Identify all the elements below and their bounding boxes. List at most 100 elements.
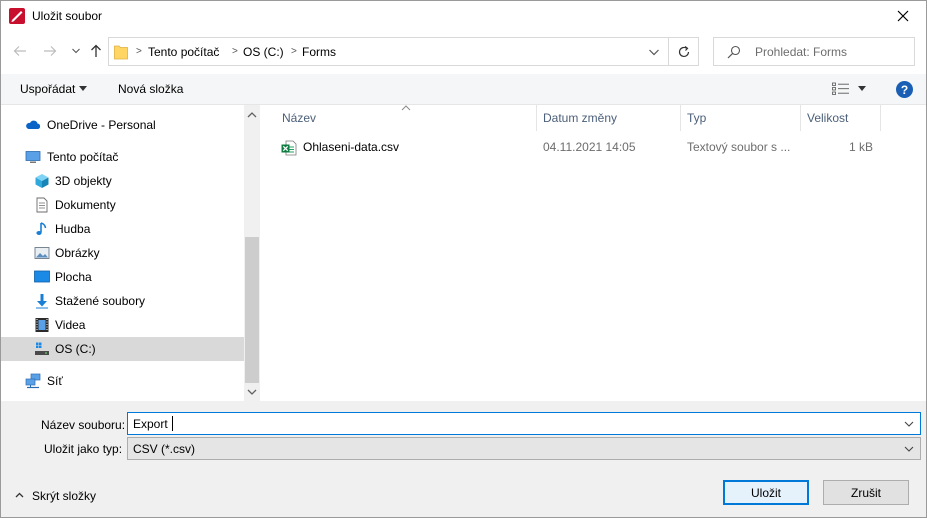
chevron-down-icon[interactable] <box>904 421 914 427</box>
scrollbar-thumb[interactable] <box>245 237 259 383</box>
save-button[interactable]: Uložit <box>723 480 809 505</box>
sidebar-item-videos[interactable]: Videa <box>1 313 244 337</box>
file-size: 1 kB <box>848 140 873 154</box>
document-icon <box>36 197 48 213</box>
text-cursor <box>172 416 173 431</box>
sidebar-item-this-pc[interactable]: Tento počítač <box>1 145 244 169</box>
sidebar-item-desktop[interactable]: Plocha <box>1 265 244 289</box>
column-header-size[interactable]: Velikost <box>801 105 880 131</box>
new-folder-button[interactable]: Nová složka <box>118 82 183 96</box>
close-icon <box>897 10 909 22</box>
breadcrumb-separator: > <box>291 46 297 57</box>
back-button[interactable] <box>11 42 29 60</box>
filename-value: Export <box>133 417 168 431</box>
close-button[interactable] <box>880 1 926 31</box>
search-input[interactable]: Prohledat: Forms <box>755 45 847 59</box>
sidebar-item-label: Obrázky <box>55 246 100 260</box>
column-header-label: Typ <box>687 111 707 125</box>
video-icon <box>35 318 49 332</box>
sidebar-item-label: Tento počítač <box>47 150 119 164</box>
save-file-dialog: Uložit soubor > Tento počítač > OS (C:) … <box>0 0 927 518</box>
cloud-icon <box>26 120 41 129</box>
chevron-up-icon <box>15 492 24 498</box>
navigation-pane-scrollbar[interactable] <box>244 105 260 401</box>
sidebar-item-music[interactable]: Hudba <box>1 217 244 241</box>
search-box[interactable]: Prohledat: Forms <box>713 37 915 66</box>
cancel-button[interactable]: Zrušit <box>823 480 909 505</box>
cancel-button-label: Zrušit <box>851 485 881 500</box>
file-date: 04.11.2021 14:05 <box>543 140 636 154</box>
folder-icon <box>114 45 128 60</box>
sidebar-item-label: Síť <box>47 374 63 388</box>
hide-folders-label: Skrýt složky <box>32 489 97 503</box>
music-icon <box>36 222 47 235</box>
sidebar-item-label: Dokumenty <box>55 198 116 212</box>
forward-button[interactable] <box>41 42 59 60</box>
filename-input[interactable]: Export <box>127 412 921 435</box>
network-icon <box>25 373 41 389</box>
sidebar-item-network[interactable]: Síť <box>1 369 244 393</box>
excel-csv-icon <box>281 140 297 156</box>
help-button[interactable]: ? <box>896 81 913 98</box>
column-header-label: Velikost <box>807 111 849 125</box>
refresh-icon <box>678 45 689 57</box>
title-bar: Uložit soubor <box>1 1 926 31</box>
sidebar-item-onedrive[interactable]: OneDrive - Personal <box>1 113 244 137</box>
file-type: Textový soubor s ... <box>687 140 791 154</box>
filetype-select[interactable]: CSV (*.csv) <box>127 437 921 460</box>
sidebar-item-downloads[interactable]: Stažené soubory <box>1 289 244 313</box>
sidebar-item-label: Hudba <box>55 222 91 236</box>
search-icon <box>727 45 741 59</box>
sidebar-item-documents[interactable]: Dokumenty <box>1 193 244 217</box>
save-form: Název souboru: Export Uložit jako typ: C… <box>1 401 926 517</box>
scroll-up-icon[interactable] <box>247 111 257 118</box>
picture-icon <box>34 247 50 259</box>
refresh-button[interactable] <box>669 37 699 66</box>
save-button-label: Uložit <box>750 485 781 500</box>
sidebar-item-label: Stažené soubory <box>55 294 146 308</box>
download-icon <box>36 294 48 309</box>
organize-button[interactable]: Uspořádat <box>20 82 75 96</box>
window-title: Uložit soubor <box>32 9 103 23</box>
drive-icon <box>35 342 49 355</box>
breadcrumb-this-pc[interactable]: Tento počítač <box>148 45 219 59</box>
sidebar-item-label: OneDrive - Personal <box>47 118 156 132</box>
sidebar-item-label: Videa <box>55 318 86 332</box>
column-header-label: Datum změny <box>543 111 618 125</box>
chevron-down-icon <box>72 48 80 54</box>
cube-icon <box>35 174 49 188</box>
file-name: Ohlaseni-data.csv <box>303 140 400 154</box>
up-button[interactable] <box>87 42 105 60</box>
scroll-down-icon[interactable] <box>247 389 257 396</box>
filename-label: Název souboru: <box>41 418 126 432</box>
column-header-date[interactable]: Datum změny <box>537 105 680 131</box>
file-list: Název Datum změny Typ Velikost Ohlaseni-… <box>261 105 926 401</box>
view-details-icon[interactable] <box>832 82 850 96</box>
recent-locations-button[interactable] <box>67 42 85 60</box>
sidebar-item-os-drive[interactable]: OS (C:) <box>1 337 244 361</box>
sidebar-item-3d-objects[interactable]: 3D objekty <box>1 169 244 193</box>
sidebar-item-label: 3D objekty <box>55 174 112 188</box>
navigation-pane: OneDrive - Personal Tento počítač 3D obj… <box>1 105 260 401</box>
help-icon: ? <box>900 82 909 97</box>
filetype-label: Uložit jako typ: <box>44 442 123 456</box>
breadcrumb-separator: > <box>136 46 142 57</box>
caret-down-icon[interactable] <box>79 86 87 92</box>
sidebar-item-pictures[interactable]: Obrázky <box>1 241 244 265</box>
chevron-down-icon[interactable] <box>904 446 914 452</box>
caret-down-icon[interactable] <box>858 86 866 92</box>
filetype-value: CSV (*.csv) <box>133 442 196 456</box>
column-divider[interactable] <box>880 105 881 131</box>
table-row[interactable]: Ohlaseni-data.csv 04.11.2021 14:05 Texto… <box>281 138 891 158</box>
app-icon <box>9 8 25 24</box>
column-header-name[interactable]: Název <box>261 105 536 131</box>
column-header-type[interactable]: Typ <box>681 105 800 131</box>
breadcrumb-os-drive[interactable]: OS (C:) <box>243 45 284 59</box>
column-header-label: Název <box>282 111 317 125</box>
breadcrumb-separator: > <box>232 46 238 57</box>
breadcrumb-forms[interactable]: Forms <box>302 45 336 59</box>
command-bar: Uspořádat Nová složka ? <box>1 74 926 105</box>
chevron-down-icon[interactable] <box>648 47 660 57</box>
address-bar[interactable]: > Tento počítač > OS (C:) > Forms <box>108 37 669 66</box>
arrow-right-icon <box>44 46 57 56</box>
